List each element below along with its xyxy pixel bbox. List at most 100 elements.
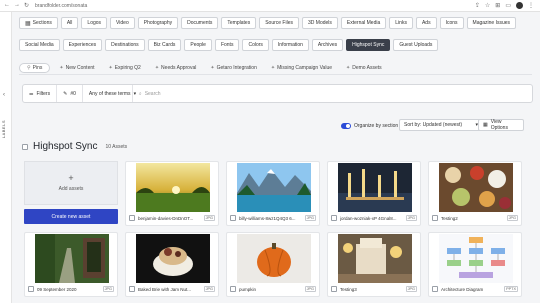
back-arrow-icon[interactable]: ← <box>4 2 10 9</box>
chip-social-media[interactable]: Social Media <box>19 39 60 51</box>
asset-checkbox[interactable] <box>129 286 135 292</box>
asset-card[interactable]: Testing3 JPG <box>327 232 421 297</box>
chip-fonts[interactable]: Fonts <box>214 39 240 51</box>
chip-people[interactable]: People <box>184 39 212 51</box>
saved-expiring-q2[interactable]: ✦ Expiring Q2 <box>104 63 146 73</box>
left-sidebar: ‹ LABELS <box>0 12 12 303</box>
view-options-button[interactable]: ▦ View Options <box>478 119 524 131</box>
chip-biz-cards[interactable]: Biz Cards <box>147 39 182 51</box>
saved-demo-assets[interactable]: ✦ Demo Assets <box>341 63 387 73</box>
tag-filter-button[interactable]: ✎ #0 <box>57 85 83 102</box>
browser-bar: ← → ↻ brandfolder.com/sonata ⇪ ☆ ⊞ ▭ ⋮ <box>0 0 540 12</box>
labels-tab[interactable]: LABELS <box>1 120 11 138</box>
chip-experiences[interactable]: Experiences <box>62 39 103 51</box>
chip-magazine-issues[interactable]: Magazine Issues <box>466 17 517 29</box>
asset-checkbox[interactable] <box>331 286 337 292</box>
plus-icon: + <box>68 173 74 183</box>
chip-all[interactable]: All <box>60 17 79 29</box>
reload-icon[interactable]: ↻ <box>24 2 29 9</box>
kebab-menu-icon[interactable]: ⋮ <box>528 2 534 9</box>
asset-card[interactable]: pumpkin JPG <box>226 232 320 297</box>
chip-templates[interactable]: Templates <box>221 17 257 29</box>
chip-highspot-sync[interactable]: Highspot Sync <box>346 39 391 51</box>
asset-card[interactable]: billy-williams-8wz1Q4Q3 6... JPG <box>226 161 320 226</box>
sections-button[interactable]: ▦ Sections <box>19 17 58 29</box>
tag-icon: ✎ <box>63 90 68 97</box>
chip-archives[interactable]: Archives <box>311 39 344 51</box>
chip-video[interactable]: Video <box>110 17 135 29</box>
chip-guest-uploads[interactable]: Guest Uploads <box>393 39 439 51</box>
asset-count: 10 Assets <box>105 143 128 150</box>
asset-checkbox[interactable] <box>28 286 34 292</box>
chip-links[interactable]: Links <box>389 17 413 29</box>
asset-checkbox[interactable] <box>331 215 337 221</box>
asset-card[interactable]: benjamin-davies-DnDnOT... JPG <box>125 161 219 226</box>
saved-missing-campaign-value[interactable]: ✦ Missing Campaign Value <box>266 63 337 73</box>
organize-toggle[interactable]: Organize by section <box>341 123 398 129</box>
chip-logos[interactable]: Logos <box>81 17 108 29</box>
pins-button[interactable]: ⚲ Pins <box>19 63 51 73</box>
chip-external-media[interactable]: External Media <box>340 17 387 29</box>
pin-icon: ✦ <box>270 65 276 71</box>
share-icon[interactable]: ⇪ <box>475 2 480 9</box>
asset-thumbnail <box>136 234 210 283</box>
sidebar-icon[interactable]: ▭ <box>505 2 511 9</box>
sort-select[interactable]: Sort by: Updated (newest) ▾ <box>399 119 483 131</box>
filter-icon: ⚌ <box>29 90 34 97</box>
pin-icon: ✦ <box>154 65 160 71</box>
browser-nav: ← → ↻ <box>4 2 29 9</box>
toggle-switch[interactable] <box>341 123 351 129</box>
asset-thumbnail <box>439 234 513 283</box>
asset-checkbox[interactable] <box>432 286 438 292</box>
section-title: Highspot Sync <box>33 141 98 152</box>
pin-icon: ⚲ <box>27 65 31 71</box>
collapse-arrow-icon[interactable]: ‹ <box>3 92 5 98</box>
chip-colors[interactable]: Colors <box>242 39 269 51</box>
asset-card[interactable]: Testing2 JPG <box>428 161 522 226</box>
asset-card[interactable]: Baked Brie with Jam Nut... JPG <box>125 232 219 297</box>
asset-checkbox[interactable] <box>230 286 236 292</box>
saved-new-content[interactable]: ✦ New Content <box>54 63 99 73</box>
asset-checkbox[interactable] <box>432 215 438 221</box>
saved-searches-row: ⚲ Pins ✦ New Content ✦ Expiring Q2 ✦ Needs … <box>19 62 532 75</box>
asset-card[interactable]: 09 September 2020 JPG <box>24 232 118 297</box>
chip-ads[interactable]: Ads <box>415 17 437 29</box>
asset-card[interactable]: Architecture Diagram PPTX <box>428 232 522 297</box>
asset-checkbox[interactable] <box>129 215 135 221</box>
search-bar: ⚌ Filters ✎ #0 Any of these terms ▾ ⌕ Se… <box>22 84 533 103</box>
asset-thumbnail <box>136 163 210 212</box>
section-chips-row-2: Social Media Experiences Destinations Bi… <box>19 39 439 51</box>
saved-getaro-integration[interactable]: ✦ Getaro Integration <box>205 63 262 73</box>
asset-thumbnail <box>237 163 311 212</box>
chip-icons[interactable]: Icons <box>439 17 464 29</box>
avatar[interactable] <box>516 2 523 9</box>
pin-icon: ✦ <box>210 65 215 71</box>
search-input[interactable]: ⌕ Search <box>133 91 532 97</box>
saved-needs-approval[interactable]: ✦ Needs Approval <box>150 63 202 73</box>
asset-card[interactable]: jordan-wozniak-xP 4Gnal8... JPG <box>327 161 421 226</box>
pin-icon: ✦ <box>108 65 113 71</box>
section-checkbox[interactable] <box>22 143 28 150</box>
terms-select[interactable]: Any of these terms ▾ <box>83 85 136 102</box>
asset-checkbox[interactable] <box>230 215 236 221</box>
address-bar[interactable]: brandfolder.com/sonata <box>35 3 475 9</box>
star-icon[interactable]: ☆ <box>485 2 490 9</box>
add-assets-button[interactable]: + Add assets <box>24 161 118 205</box>
pin-icon: ✦ <box>346 65 351 71</box>
chip-information[interactable]: Information <box>271 39 309 51</box>
chip-destinations[interactable]: Destinations <box>105 39 145 51</box>
chip-source-files[interactable]: Source Files <box>259 17 299 29</box>
search-icon: ⌕ <box>138 90 142 97</box>
main-content: ▦ Sections All Logos Video Photography D… <box>12 12 540 303</box>
section-chips-row-1: ▦ Sections All Logos Video Photography D… <box>19 17 517 29</box>
chip-3d-models[interactable]: 3D Models <box>302 17 338 29</box>
forward-arrow-icon[interactable]: → <box>14 2 20 9</box>
asset-thumbnail <box>35 234 109 283</box>
create-new-asset-button[interactable]: Create new asset <box>24 209 118 224</box>
chip-photography[interactable]: Photography <box>137 17 179 29</box>
extensions-icon[interactable]: ⊞ <box>495 2 500 9</box>
grid-icon: ▦ <box>25 20 31 27</box>
chip-documents[interactable]: Documents <box>181 17 219 29</box>
asset-thumbnail <box>338 163 412 212</box>
filters-button[interactable]: ⚌ Filters <box>23 85 58 102</box>
